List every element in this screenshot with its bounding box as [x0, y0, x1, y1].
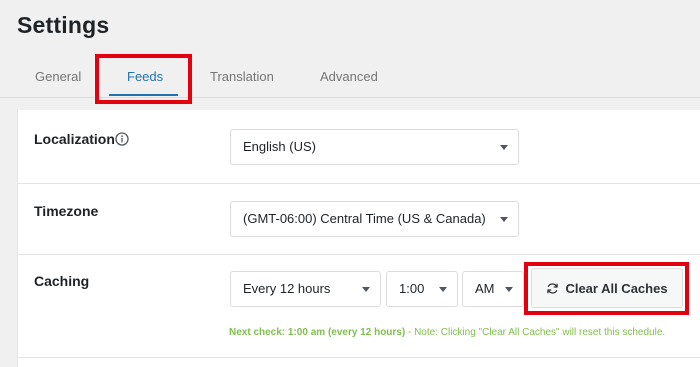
chevron-down-icon [439, 287, 447, 292]
info-icon[interactable] [115, 132, 129, 146]
tab-general[interactable]: General [35, 56, 81, 98]
timezone-select[interactable]: (GMT-06:00) Central Time (US & Canada) [230, 201, 519, 237]
clear-caches-highlight [524, 262, 689, 315]
cache-period-select[interactable]: AM [462, 271, 524, 307]
cache-time-value: 1:00 [399, 281, 425, 296]
page-title: Settings [17, 12, 110, 38]
row-divider [17, 357, 700, 358]
cache-interval-select[interactable]: Every 12 hours [230, 271, 381, 307]
chevron-down-icon [362, 287, 370, 292]
chevron-down-icon [505, 287, 513, 292]
timezone-value: (GMT-06:00) Central Time (US & Canada) [243, 211, 486, 226]
cache-interval-value: Every 12 hours [243, 281, 331, 296]
localization-value: English (US) [243, 139, 316, 154]
row-divider [17, 183, 700, 184]
tab-translation[interactable]: Translation [210, 56, 274, 98]
cache-time-select[interactable]: 1:00 [386, 271, 458, 307]
chevron-down-icon [500, 217, 508, 222]
timezone-label: Timezone [34, 203, 99, 219]
next-check-text: Next check: 1:00 am (every 12 hours) [229, 327, 406, 338]
localization-label: Localization [34, 131, 115, 147]
cache-note-text: - Note: Clicking "Clear All Caches" will… [405, 327, 666, 338]
caching-label: Caching [34, 273, 90, 289]
chevron-down-icon [500, 145, 508, 150]
cache-period-value: AM [475, 281, 495, 296]
feeds-tab-highlight [95, 54, 192, 104]
cache-schedule-note: Next check: 1:00 am (every 12 hours) - N… [229, 327, 665, 338]
tab-advanced[interactable]: Advanced [320, 56, 378, 98]
row-divider [17, 254, 700, 255]
localization-select[interactable]: English (US) [230, 129, 519, 165]
